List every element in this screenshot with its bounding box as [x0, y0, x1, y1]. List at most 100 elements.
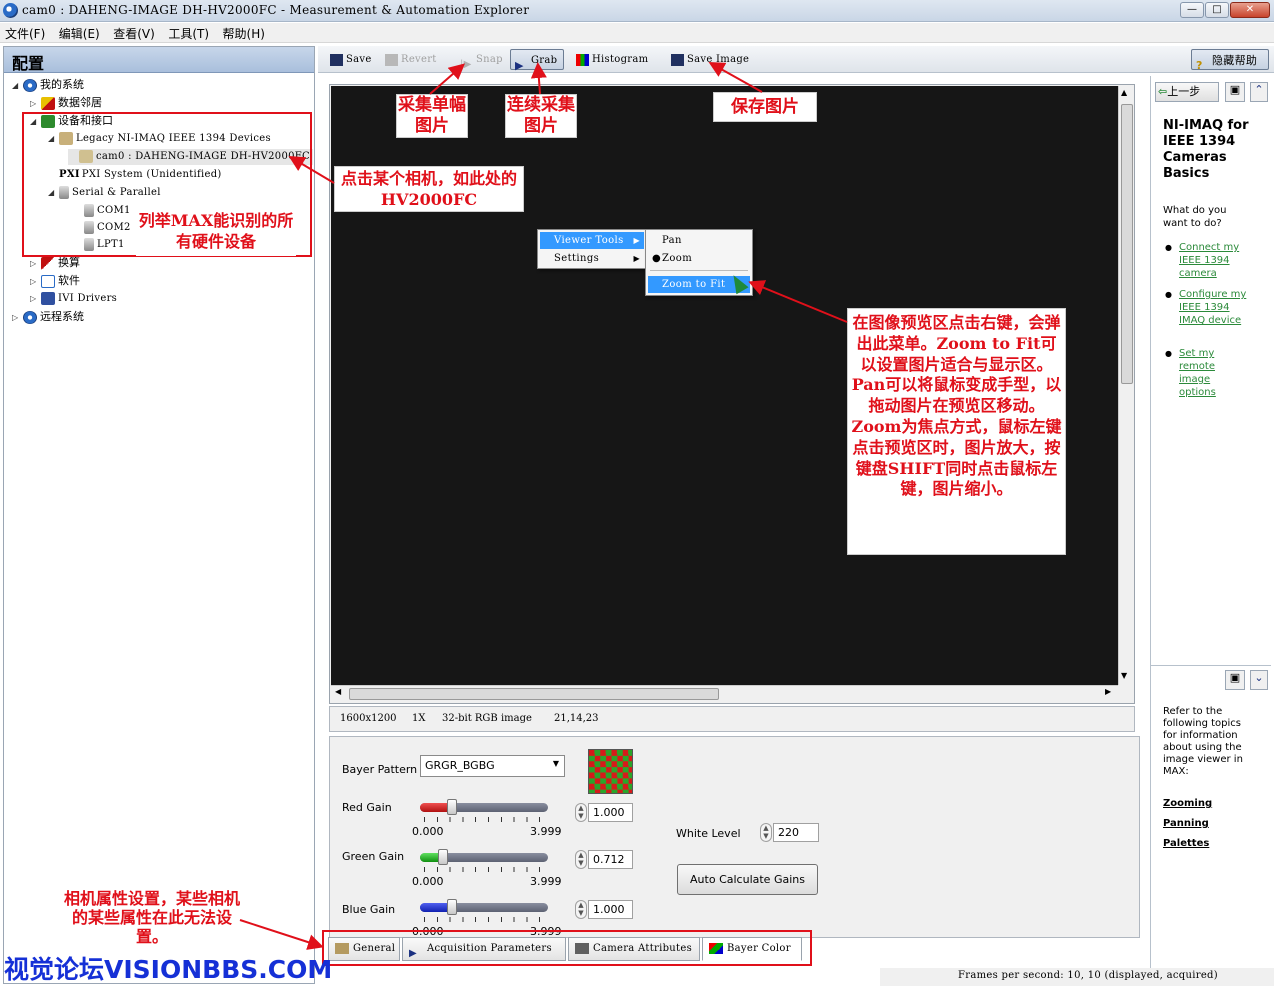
snap-button[interactable]: |▶ Snap	[456, 49, 503, 70]
maximize-button[interactable]: □	[1205, 2, 1229, 18]
image-info-bar: 1600x1200 1X 32-bit RGB image 21,14,23	[329, 706, 1135, 732]
disk-icon	[330, 53, 343, 66]
close-button[interactable]: ✕	[1230, 2, 1270, 18]
viewer-horizontal-scrollbar[interactable]: ◀ ▶	[331, 685, 1118, 702]
help-icon: ?	[1196, 59, 1203, 72]
tree-item-ivi-drivers[interactable]: ▷ IVI Drivers	[30, 291, 117, 307]
red-gain-thumb[interactable]	[447, 799, 457, 815]
pixel-value: 21,14,23	[554, 713, 599, 724]
blue-gain-label: Blue Gain	[342, 903, 396, 916]
help-link-configure[interactable]: Configure my IEEE 1394 IMAQ device	[1179, 288, 1247, 327]
help-window-icon[interactable]: ▣	[1225, 82, 1245, 102]
help-window-icon-2[interactable]: ▣	[1225, 670, 1245, 690]
globe-icon	[23, 310, 37, 324]
menu-item-settings[interactable]: Settings ▶	[540, 250, 644, 267]
blue-gain-spinner[interactable]: ▲ ▼	[575, 900, 587, 919]
help-topic-palettes[interactable]: Palettes	[1163, 838, 1209, 849]
bullet-icon: ●	[1165, 349, 1172, 358]
play-icon: ▶	[515, 58, 524, 72]
watermark: 视觉论坛VISIONBBS.COM	[4, 955, 333, 984]
white-level-spinner[interactable]: ▲ ▼	[760, 823, 772, 842]
white-level-label: White Level	[676, 827, 741, 840]
menu-edit[interactable]: 编辑(E)	[54, 23, 105, 44]
scroll-thumb[interactable]	[349, 688, 719, 700]
red-gain-min: 0.000	[412, 825, 444, 838]
menu-tools[interactable]: 工具(T)	[163, 23, 214, 44]
blue-gain-thumb[interactable]	[447, 899, 457, 915]
revert-button[interactable]: Revert	[381, 49, 437, 70]
help-back-button[interactable]: ⇦上一步	[1155, 82, 1219, 102]
save-image-button[interactable]: Save Image	[667, 49, 749, 70]
zoom-level: 1X	[412, 713, 426, 724]
software-icon	[41, 274, 55, 288]
radio-bullet-icon: ●	[652, 253, 662, 264]
status-bar: Frames per second: 10, 10 (displayed, ac…	[880, 968, 1274, 986]
scroll-left-icon[interactable]: ◀	[335, 687, 341, 696]
menu-view[interactable]: 查看(V)	[108, 23, 160, 44]
menu-item-zoom[interactable]: ● Zoom	[648, 250, 750, 267]
help-refer-text: Refer to the following topics for inform…	[1163, 706, 1243, 777]
green-gain-thumb[interactable]	[438, 849, 448, 865]
config-header: 配置	[4, 47, 314, 73]
red-gain-ticks	[424, 817, 546, 822]
bayer-pattern-select[interactable]: GRGR_BGBG ▼	[420, 755, 565, 777]
help-divider	[1151, 665, 1271, 666]
tree-item-remote-systems[interactable]: ▷ 远程系统	[12, 309, 84, 325]
white-level-input[interactable]: 220	[773, 823, 819, 842]
tree-item-my-system[interactable]: ◢ 我的系统	[12, 77, 84, 93]
globe-icon	[23, 78, 37, 92]
ivi-icon	[41, 292, 55, 305]
green-gain-max: 3.999	[530, 875, 562, 888]
app-icon[interactable]	[3, 3, 18, 18]
scroll-up-icon[interactable]: ▲	[1121, 88, 1127, 97]
menu-item-viewer-tools[interactable]: Viewer Tools ▶	[540, 232, 644, 249]
menu-file[interactable]: 文件(F)	[0, 23, 50, 44]
bullet-icon: ●	[1165, 290, 1172, 299]
menu-item-pan[interactable]: Pan	[648, 232, 750, 249]
tree-item-data-neighborhood[interactable]: ▷ 数据邻居	[30, 95, 102, 111]
chevron-down-icon: ▼	[552, 759, 559, 768]
histogram-button[interactable]: Histogram	[572, 49, 648, 70]
green-gain-label: Green Gain	[342, 850, 405, 863]
blue-gain-input[interactable]: 1.000	[588, 900, 633, 919]
data-neighborhood-icon	[41, 96, 55, 110]
grab-button[interactable]: ▶ Grab	[510, 49, 564, 72]
image-size: 1600x1200	[340, 713, 397, 724]
help-pane: ⇦上一步 ▣ ⌃ NI-IMAQ for IEEE 1394 Cameras B…	[1150, 76, 1271, 984]
annotation-properties: 相机属性设置，某些相机的某些属性在此无法设置。	[62, 889, 242, 949]
menu-help[interactable]: 帮助(H)	[218, 23, 270, 44]
tree-item-software[interactable]: ▷ 软件	[30, 273, 80, 289]
minimize-button[interactable]: —	[1180, 2, 1204, 18]
red-gain-input[interactable]: 1.000	[588, 803, 633, 822]
tree-item-scaling[interactable]: ▷ 换算	[30, 255, 80, 271]
help-link-remote[interactable]: Set my remote image options	[1179, 347, 1229, 399]
annotation-context-menu: 在图像预览区点击右键，会弹出此菜单。Zoom to Fit可以设置图片适合与显示…	[847, 308, 1066, 555]
green-gain-min: 0.000	[412, 875, 444, 888]
red-gain-spinner[interactable]: ▲ ▼	[575, 803, 587, 822]
annotation-save-image: 保存图片	[713, 92, 817, 122]
hide-help-button[interactable]: ? 隐藏帮助	[1191, 49, 1269, 72]
menu-separator	[650, 270, 748, 271]
scroll-thumb[interactable]	[1121, 104, 1133, 384]
snap-icon: |▶	[460, 58, 472, 70]
help-topic-panning[interactable]: Panning	[1163, 818, 1209, 829]
scroll-down-icon[interactable]: ▼	[1121, 671, 1127, 680]
red-gain-label: Red Gain	[342, 801, 392, 814]
collapse-up-icon[interactable]: ⌃	[1250, 82, 1268, 102]
auto-calculate-gains-button[interactable]: Auto Calculate Gains	[677, 864, 818, 895]
green-gain-spinner[interactable]: ▲ ▼	[575, 850, 587, 869]
green-gain-input[interactable]: 0.712	[588, 850, 633, 869]
annotation-grab: 连续采集图片	[505, 94, 577, 138]
viewer-vertical-scrollbar[interactable]: ▲ ▼	[1118, 86, 1134, 685]
bayer-pattern-label: Bayer Pattern	[342, 763, 418, 776]
help-link-connect[interactable]: Connect my IEEE 1394 camera	[1179, 241, 1249, 280]
toolbar: Save Revert |▶ Snap ▶ Grab Histogram Save …	[318, 46, 1274, 73]
annotation-camera: 点击某个相机，如此处的HV2000FC	[334, 166, 524, 212]
collapse-down-icon[interactable]: ⌄	[1250, 670, 1268, 690]
scroll-right-icon[interactable]: ▶	[1105, 687, 1111, 696]
help-topic-zooming[interactable]: Zooming	[1163, 798, 1212, 809]
save-button[interactable]: Save	[326, 49, 372, 70]
scaling-icon	[41, 256, 55, 270]
viewer-context-menu: Viewer Tools ▶ Settings ▶	[537, 229, 647, 269]
green-gain-ticks	[424, 867, 546, 872]
